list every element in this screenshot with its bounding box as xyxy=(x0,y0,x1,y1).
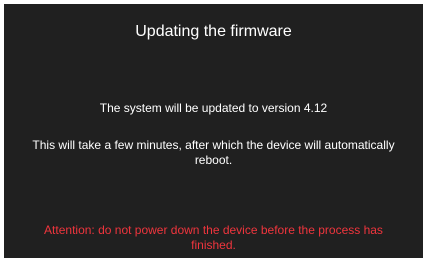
firmware-update-dialog: Updating the firmware The system will be… xyxy=(4,4,423,258)
power-warning-message: Attention: do not power down the device … xyxy=(44,223,383,252)
reboot-message: This will take a few minutes, after whic… xyxy=(32,138,395,167)
version-message: The system will be updated to version 4.… xyxy=(99,101,328,115)
dialog-title: Updating the firmware xyxy=(135,23,292,40)
